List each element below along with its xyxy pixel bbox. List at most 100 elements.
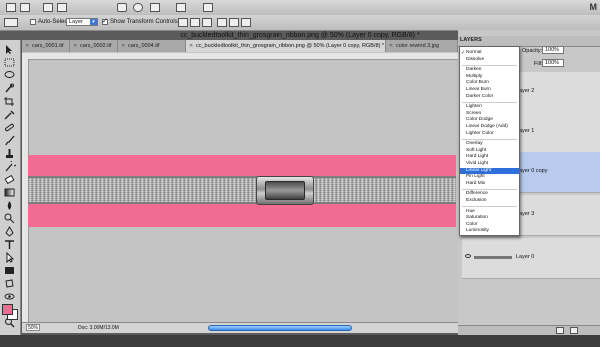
align-left-icon[interactable] [217, 18, 227, 27]
tab-label: cars_0002.tif [80, 43, 112, 49]
3d-rotate-tool-icon[interactable] [3, 278, 16, 289]
close-icon[interactable]: ✕ [189, 40, 193, 52]
move-tool-preset-icon[interactable] [4, 18, 18, 27]
blend-mode-item[interactable]: Pin Light [460, 174, 519, 181]
launch-bridge-icon[interactable] [6, 3, 16, 12]
buckle-center [265, 181, 305, 200]
layer-thumbnail [474, 256, 512, 259]
blend-mode-item[interactable]: Linear Burn [460, 87, 519, 94]
desktop-strip [0, 335, 600, 347]
blend-mode-item[interactable]: Color Burn [460, 80, 519, 87]
blend-mode-item[interactable]: Overlay [460, 141, 519, 148]
blend-mode-item[interactable]: Difference [460, 191, 519, 198]
eraser-tool-icon[interactable] [3, 174, 16, 185]
tab-active-document[interactable]: ✕ cc_buckledtoolkit_thin_grosgrain_ribbon… [186, 40, 386, 52]
crop-tool-icon[interactable] [3, 96, 16, 107]
align-right-icon[interactable] [241, 18, 251, 27]
healing-brush-tool-icon[interactable] [3, 122, 16, 133]
zoom-tool-icon[interactable] [133, 3, 143, 12]
show-transform-checkbox[interactable] [102, 17, 108, 25]
pen-tool-icon[interactable] [3, 226, 16, 237]
grosgrain-ribbon [28, 176, 456, 204]
align-hcenter-icon[interactable] [229, 18, 239, 27]
marquee-tool-icon[interactable] [3, 57, 16, 68]
history-brush-tool-icon[interactable] [3, 159, 18, 172]
clone-stamp-tool-icon[interactable] [3, 148, 16, 159]
options-bar: Auto-Select: Layer ▾ Show Transform Cont… [0, 15, 600, 31]
menu-right-label[interactable]: M [590, 2, 598, 12]
eyedropper-tool-icon[interactable] [3, 109, 16, 120]
3d-orbit-tool-icon[interactable] [3, 291, 16, 302]
eye-icon[interactable] [465, 254, 471, 258]
trash-icon[interactable] [570, 327, 578, 334]
tab-cars-0004[interactable]: ✕ cars_0004.tif [118, 40, 186, 52]
brush-tool-icon[interactable] [3, 135, 16, 146]
view-extras-icon[interactable] [43, 3, 53, 12]
gradient-tool-icon[interactable] [3, 187, 16, 198]
blend-mode-item[interactable]: Color Dodge [460, 117, 519, 124]
blend-mode-item[interactable]: Exclusion [460, 198, 519, 205]
blend-mode-item[interactable]: Hard Mix [460, 181, 519, 188]
launch-mini-bridge-icon[interactable] [20, 3, 30, 12]
opacity-label: Opacity: [522, 48, 543, 54]
foreground-color-swatch[interactable] [2, 304, 13, 315]
tab-cars-0002[interactable]: ✕ cars_0002.tif [70, 40, 118, 52]
menu-separator [462, 65, 517, 66]
status-bar: 50% Doc: 3.00M/13.0M [22, 322, 458, 333]
tab-layers[interactable]: LAYERS [460, 37, 482, 43]
document-info: Doc: 3.00M/13.0M [78, 325, 119, 331]
blend-mode-item[interactable]: Dissolve [460, 57, 519, 64]
tab-label: cars_0001.tif [32, 43, 64, 49]
ruler-horizontal [22, 53, 458, 60]
tab-color-rewind[interactable]: ✕ color rewind 3.jpg [386, 40, 458, 52]
blend-mode-item[interactable]: Linear Dodge (Add) [460, 124, 519, 131]
application-bar: M [0, 0, 600, 16]
opacity-field[interactable]: 100% [542, 46, 564, 54]
zoom-level-icon[interactable] [57, 3, 67, 12]
blend-mode-menu: NormalDissolveDarkenMultiplyColor BurnLi… [459, 46, 520, 236]
horizontal-scrollbar[interactable] [208, 325, 352, 331]
close-icon[interactable]: ✕ [121, 40, 125, 52]
new-layer-icon[interactable] [556, 327, 564, 334]
tab-label: color rewind 3.jpg [396, 43, 440, 49]
blend-mode-item[interactable]: Hard Light [460, 154, 519, 161]
align-vcenter-icon[interactable] [190, 18, 200, 27]
show-transform-label: Show Transform Controls [110, 19, 178, 25]
quick-selection-tool-icon[interactable] [3, 83, 16, 94]
auto-select-dropdown[interactable]: Layer ▾ [66, 18, 98, 26]
fill-field[interactable]: 100% [542, 59, 564, 67]
blend-mode-item[interactable]: Darken [460, 67, 519, 74]
tab-cars-0001[interactable]: ✕ cars_0001.tif [22, 40, 70, 52]
align-bottom-icon[interactable] [202, 18, 212, 27]
hand-tool-icon[interactable] [117, 3, 127, 12]
arrange-documents-icon[interactable] [176, 3, 186, 12]
tools-panel [0, 40, 21, 335]
align-top-icon[interactable] [178, 18, 188, 27]
blend-mode-item[interactable]: Normal [460, 50, 519, 57]
zoom-level-field[interactable]: 50% [26, 324, 40, 331]
type-tool-icon[interactable] [3, 239, 16, 250]
blend-mode-item[interactable]: Luminosity [460, 228, 519, 235]
shape-tool-icon[interactable] [3, 265, 16, 276]
blend-mode-item[interactable]: Saturation [460, 215, 519, 222]
fill-row: Fill: 100% [520, 59, 600, 69]
close-icon[interactable]: ✕ [389, 40, 393, 52]
auto-select-checkbox[interactable] [30, 19, 36, 25]
blur-tool-icon[interactable] [3, 200, 16, 211]
move-tool-icon[interactable] [3, 44, 16, 55]
blend-mode-item[interactable]: Lighten [460, 104, 519, 111]
close-icon[interactable]: ✕ [73, 40, 77, 52]
tab-label: cc_buckledtoolkit_thin_grosgrain_ribbon.… [196, 43, 385, 49]
layer-row[interactable]: Layer 0 [462, 238, 600, 279]
blend-mode-item[interactable]: Darker Color [460, 94, 519, 101]
screen-mode-icon[interactable] [203, 3, 213, 12]
rotate-view-icon[interactable] [150, 3, 160, 12]
close-icon[interactable]: ✕ [25, 40, 29, 52]
menu-separator [462, 139, 517, 140]
blend-mode-item[interactable]: Lighter Color [460, 131, 519, 138]
path-selection-tool-icon[interactable] [3, 251, 16, 264]
blend-mode-item[interactable]: Vivid Light [460, 161, 519, 168]
lasso-tool-icon[interactable] [3, 70, 16, 81]
tab-label: cars_0004.tif [128, 43, 160, 49]
dodge-tool-icon[interactable] [3, 213, 16, 224]
